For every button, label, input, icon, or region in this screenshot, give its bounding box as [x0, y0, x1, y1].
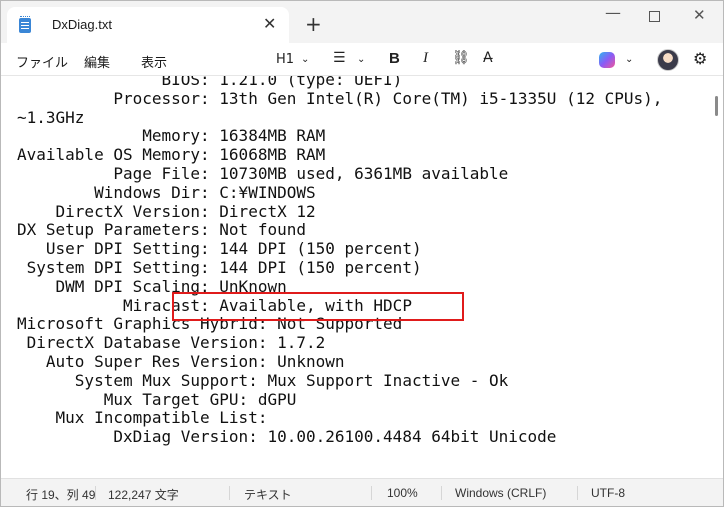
document-line[interactable]: System DPI Setting: 144 DPI (150 percent… — [17, 258, 422, 278]
document-line[interactable]: BIOS: 1.21.0 (type: UEFI) — [17, 76, 402, 90]
tab-close-icon[interactable]: ✕ — [263, 14, 276, 33]
status-divider — [577, 486, 578, 500]
miracast-highlight-box — [172, 292, 464, 321]
notepad-window: DxDiag.txt ✕ + — ✕ ファイル 編集 表示 H1 ⌄ ☰ ⌄ B… — [0, 0, 724, 507]
document-line[interactable]: DxDiag Version: 10.00.26100.4484 64bit U… — [17, 427, 556, 447]
character-count: 122,247 文字 — [108, 488, 179, 502]
gear-icon[interactable]: ⚙ — [693, 49, 707, 68]
menu-view[interactable]: 表示 — [141, 52, 167, 71]
document-line[interactable]: Mux Target GPU: dGPU — [17, 390, 297, 410]
status-bar: 行 19、列 49 122,247 文字 テキスト 100% Windows (… — [1, 478, 723, 506]
status-divider — [95, 486, 96, 500]
menu-file[interactable]: ファイル — [16, 52, 68, 71]
document-line[interactable]: User DPI Setting: 144 DPI (150 percent) — [17, 239, 422, 259]
new-tab-button[interactable]: + — [305, 14, 322, 34]
avatar[interactable] — [657, 49, 679, 71]
status-divider — [229, 486, 230, 500]
chevron-down-icon[interactable]: ⌄ — [301, 54, 309, 65]
link-icon[interactable]: ⛓ — [452, 50, 470, 66]
document-line[interactable]: Processor: 13th Gen Intel(R) Core(TM) i5… — [17, 89, 662, 109]
tab-dxdiag[interactable]: DxDiag.txt ✕ — [7, 7, 289, 43]
close-window-button[interactable]: ✕ — [693, 6, 706, 24]
cursor-position: 行 19、列 49 — [26, 488, 96, 502]
menu-bar: ファイル 編集 表示 H1 ⌄ ☰ ⌄ B I ⛓ A̶ ⌄ ⚙ — [1, 43, 723, 76]
chevron-down-icon[interactable]: ⌄ — [357, 54, 365, 65]
document-line[interactable]: DirectX Version: DirectX 12 — [17, 202, 316, 222]
scrollbar-thumb[interactable] — [715, 96, 718, 116]
menu-edit[interactable]: 編集 — [84, 52, 110, 71]
document-line[interactable]: Available OS Memory: 16068MB RAM — [17, 145, 325, 165]
list-icon[interactable]: ☰ — [333, 50, 346, 66]
chevron-down-icon[interactable]: ⌄ — [625, 54, 633, 65]
document-line[interactable]: System Mux Support: Mux Support Inactive… — [17, 371, 508, 391]
document-line[interactable]: ~1.3GHz — [17, 108, 84, 128]
minimize-button[interactable]: — — [605, 3, 621, 22]
document-line[interactable]: Memory: 16384MB RAM — [17, 127, 325, 146]
document-line[interactable]: Auto Super Res Version: Unknown — [17, 352, 345, 372]
heading-dropdown[interactable]: H1 — [276, 52, 294, 67]
text-format[interactable]: テキスト — [244, 486, 292, 503]
tab-title: DxDiag.txt — [52, 17, 112, 32]
document-line[interactable]: DirectX Database Version: 1.7.2 — [17, 333, 326, 353]
encoding[interactable]: UTF-8 — [591, 486, 625, 500]
copilot-icon[interactable] — [599, 52, 615, 68]
maximize-button[interactable] — [649, 11, 660, 22]
line-ending[interactable]: Windows (CRLF) — [455, 486, 546, 500]
status-divider — [371, 486, 372, 500]
document-line[interactable]: Windows Dir: C:¥WINDOWS — [17, 183, 316, 203]
status-divider — [441, 486, 442, 500]
document-line[interactable]: DX Setup Parameters: Not found — [17, 221, 306, 240]
document-area[interactable]: BIOS: 1.21.0 (type: UEFI) Processor: 13t… — [1, 76, 723, 478]
zoom-level[interactable]: 100% — [387, 486, 418, 500]
italic-button[interactable]: I — [423, 50, 428, 67]
document-line[interactable]: Page File: 10730MB used, 6361MB availabl… — [17, 164, 508, 184]
title-bar: DxDiag.txt ✕ + — ✕ — [1, 1, 723, 43]
notepad-app-icon — [19, 16, 31, 33]
document-line[interactable]: Mux Incompatible List: — [17, 409, 268, 428]
bold-button[interactable]: B — [389, 50, 400, 67]
clear-formatting-icon[interactable]: A̶ — [483, 50, 493, 66]
